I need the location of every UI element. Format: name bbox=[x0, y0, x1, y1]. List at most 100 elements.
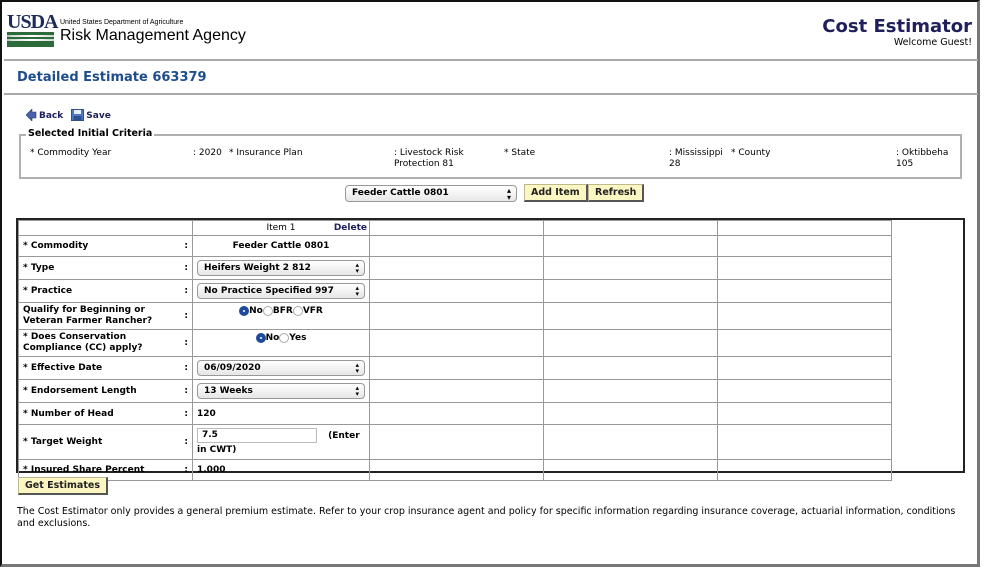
target-weight-cell: 7.5 (Enter in CWT) bbox=[192, 424, 370, 460]
item-3-header bbox=[543, 220, 718, 236]
empty-cell bbox=[543, 459, 718, 481]
criteria-commodity-year-label: * Commodity Year bbox=[30, 148, 112, 158]
endorsement-length-select[interactable]: 13 Weeks ▴ ▾ bbox=[197, 383, 365, 399]
endorsement-length-value: 13 Weeks bbox=[204, 386, 253, 396]
table-row: * Number of Head: 120 bbox=[18, 402, 892, 425]
row-label-cell: * Does Conservation Compliance (CC) appl… bbox=[18, 329, 193, 357]
empty-cell bbox=[543, 402, 718, 425]
criteria-insurance-plan-label: * Insurance Plan bbox=[229, 148, 303, 158]
practice-select-value: No Practice Specified 997 bbox=[204, 286, 334, 296]
row-label-cell: * Type: bbox=[18, 256, 193, 280]
row-label: * Insured Share Percent bbox=[23, 465, 145, 475]
empty-cell bbox=[717, 424, 892, 460]
empty-cell bbox=[369, 459, 544, 481]
empty-cell bbox=[717, 329, 892, 357]
table-row: * Practice: No Practice Specified 997 ▴ ▾ bbox=[18, 279, 892, 303]
bfr-vfr-radio-group: No BFR VFR bbox=[192, 302, 370, 330]
save-label: Save bbox=[86, 111, 111, 121]
radio-cc-yes[interactable] bbox=[279, 333, 290, 343]
estimate-table: Item 1 Delete * Commodity: Feeder Cattle… bbox=[18, 220, 892, 481]
table-row: * Type: Heifers Weight 2 812 ▴ ▾ bbox=[18, 256, 892, 280]
colon: : bbox=[184, 386, 188, 396]
row-label: * Endorsement Length bbox=[23, 386, 137, 396]
table-row: * Target Weight: 7.5 (Enter in CWT) bbox=[18, 424, 892, 460]
commodity-value: Feeder Cattle 0801 bbox=[192, 235, 370, 257]
insured-share-value: 1.000 bbox=[192, 459, 370, 481]
colon: : bbox=[184, 241, 188, 251]
table-row: * Effective Date: 06/09/2020 ▴ ▾ bbox=[18, 356, 892, 380]
toolbar: Back Save bbox=[26, 109, 111, 121]
delete-item-1-link[interactable]: Delete bbox=[334, 223, 367, 233]
empty-cell bbox=[369, 424, 544, 460]
radio-no[interactable] bbox=[239, 306, 250, 316]
radio-cc-no[interactable] bbox=[255, 333, 266, 343]
colon: : bbox=[184, 337, 188, 348]
empty-cell bbox=[369, 356, 544, 380]
save-button[interactable]: Save bbox=[71, 109, 111, 121]
empty-cell bbox=[717, 402, 892, 425]
empty-cell bbox=[717, 459, 892, 481]
table-row: * Insured Share Percent: 1.000 bbox=[18, 459, 892, 481]
empty-cell bbox=[543, 329, 718, 357]
get-estimates-button[interactable]: Get Estimates bbox=[18, 477, 108, 495]
criteria-insurance-plan-value: : Livestock Risk Protection 81 bbox=[394, 148, 464, 169]
type-select[interactable]: Heifers Weight 2 812 ▴ ▾ bbox=[197, 260, 365, 276]
effective-date-select[interactable]: 06/09/2020 ▴ ▾ bbox=[197, 360, 365, 376]
row-label: * Target Weight bbox=[23, 437, 103, 447]
colon: : bbox=[184, 465, 188, 475]
colon: : bbox=[184, 363, 188, 373]
floppy-disk-icon bbox=[71, 109, 85, 121]
number-of-head-value: 120 bbox=[192, 402, 370, 425]
row-label-cell: * Effective Date: bbox=[18, 356, 193, 380]
empty-cell bbox=[369, 329, 544, 357]
disclaimer-text: The Cost Estimator only provides a gener… bbox=[17, 506, 956, 529]
select-arrows-icon: ▴ ▾ bbox=[506, 186, 511, 202]
select-arrows-icon: ▴ ▾ bbox=[355, 384, 359, 398]
radio-cc-no-label: No bbox=[265, 333, 280, 343]
select-arrows-icon: ▴ ▾ bbox=[355, 261, 359, 275]
radio-vfr-label: VFR bbox=[302, 306, 323, 316]
conservation-compliance-radio-group: No Yes bbox=[192, 329, 370, 357]
select-arrows-icon: ▴ ▾ bbox=[355, 361, 359, 375]
empty-cell bbox=[717, 379, 892, 403]
empty-cell bbox=[717, 256, 892, 280]
commodity-select-value: Feeder Cattle 0801 bbox=[352, 188, 449, 198]
usda-logo-hills-icon bbox=[7, 32, 54, 47]
add-item-button[interactable]: Add Item bbox=[524, 184, 588, 202]
selected-criteria-legend: Selected Initial Criteria bbox=[26, 128, 155, 139]
item-1-header: Item 1 Delete bbox=[192, 220, 370, 236]
table-row: * Commodity: Feeder Cattle 0801 bbox=[18, 235, 892, 257]
back-arrow-icon bbox=[26, 109, 37, 121]
type-select-value: Heifers Weight 2 812 bbox=[204, 263, 311, 273]
commodity-select[interactable]: Feeder Cattle 0801 ▴ ▾ bbox=[345, 185, 517, 202]
row-label-cell: * Commodity: bbox=[18, 235, 193, 257]
refresh-button[interactable]: Refresh bbox=[588, 184, 645, 202]
back-button[interactable]: Back bbox=[26, 109, 63, 121]
empty-cell bbox=[543, 302, 718, 330]
empty-cell bbox=[369, 235, 544, 257]
select-arrows-icon: ▴ ▾ bbox=[355, 284, 359, 298]
title-divider bbox=[4, 93, 978, 95]
radio-vfr[interactable] bbox=[292, 306, 303, 316]
row-label-cell: * Number of Head: bbox=[18, 402, 193, 425]
criteria-county-label: * County bbox=[731, 148, 771, 158]
colon: : bbox=[184, 310, 188, 321]
app-title: Cost Estimator bbox=[822, 16, 972, 37]
header-label-cell bbox=[18, 220, 193, 236]
table-row: Qualify for Beginning or Veteran Farmer … bbox=[18, 302, 892, 330]
table-row: * Does Conservation Compliance (CC) appl… bbox=[18, 329, 892, 357]
empty-cell bbox=[369, 379, 544, 403]
radio-bfr[interactable] bbox=[262, 306, 273, 316]
empty-cell bbox=[543, 424, 718, 460]
effective-date-value: 06/09/2020 bbox=[204, 363, 261, 373]
colon: : bbox=[184, 408, 188, 419]
empty-cell bbox=[543, 235, 718, 257]
row-label: * Type bbox=[23, 263, 55, 273]
row-label-cell: * Endorsement Length: bbox=[18, 379, 193, 403]
row-label: * Effective Date bbox=[23, 363, 103, 373]
target-weight-input[interactable]: 7.5 bbox=[197, 427, 317, 443]
practice-select[interactable]: No Practice Specified 997 ▴ ▾ bbox=[197, 283, 365, 299]
item-2-header bbox=[369, 220, 544, 236]
department-name: United States Department of Agriculture bbox=[60, 19, 184, 26]
criteria-state-value: : Mississippi 28 bbox=[669, 148, 723, 169]
